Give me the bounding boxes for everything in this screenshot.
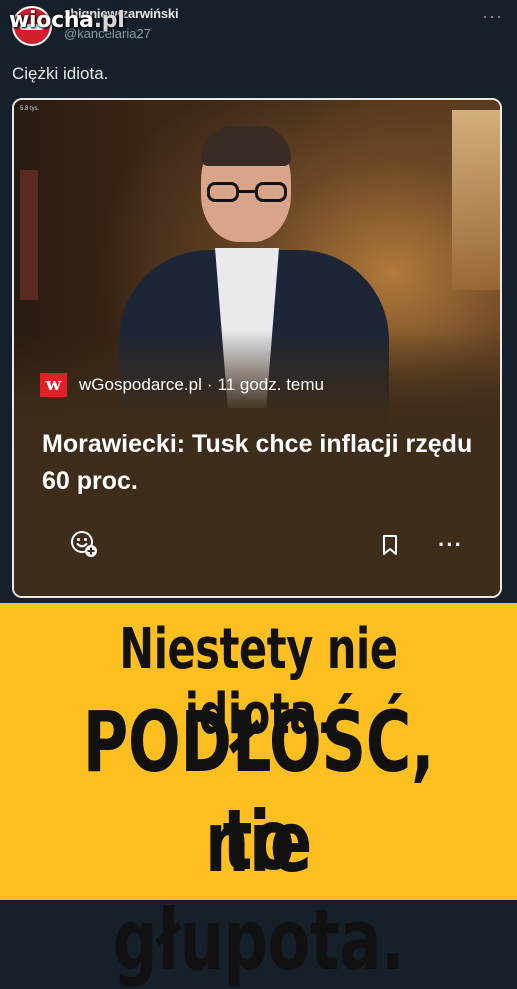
tweet: zbigniew•zarwiński @kancelaria27 ··· wio… [0, 0, 517, 603]
source-logo-icon: w [40, 373, 67, 397]
source-time: 11 godz. temu [217, 375, 324, 394]
person-hair [201, 126, 291, 166]
tweet-text: Ciężki idiota. [12, 64, 109, 83]
banner-line-3: nie głupota. [112, 793, 405, 989]
background-shelf [20, 170, 38, 300]
caption-banner: Niestety nie idiota. PODŁOŚĆ, to nie głu… [0, 603, 517, 989]
video-view-label: 5.8 tys. [20, 106, 40, 112]
person-glasses [207, 182, 287, 204]
tweet-more-button[interactable]: ··· [482, 6, 503, 27]
source-separator: · [206, 375, 213, 394]
source-row[interactable]: w wGospodarce.pl · 11 godz. temu [40, 373, 324, 397]
more-dots-icon[interactable]: ··· [438, 532, 463, 558]
card-actions: ··· [14, 530, 500, 564]
news-headline[interactable]: Morawiecki: Tusk chce inflacji rzędu 60 … [42, 426, 482, 500]
source-logo-letter: w [45, 373, 62, 395]
watermark-logo: wiocha.pl [9, 8, 125, 33]
emoji-react-icon[interactable] [70, 530, 98, 558]
source-name[interactable]: wGospodarce.pl [79, 375, 202, 395]
background-lamp [452, 110, 500, 290]
watermark-tld: .pl [93, 8, 125, 33]
news-card[interactable]: 5.8 tys. w wGospodarce.pl · 11 godz. tem… [12, 98, 502, 598]
bookmark-icon[interactable] [380, 534, 400, 556]
watermark-brand: wiocha [9, 8, 94, 33]
